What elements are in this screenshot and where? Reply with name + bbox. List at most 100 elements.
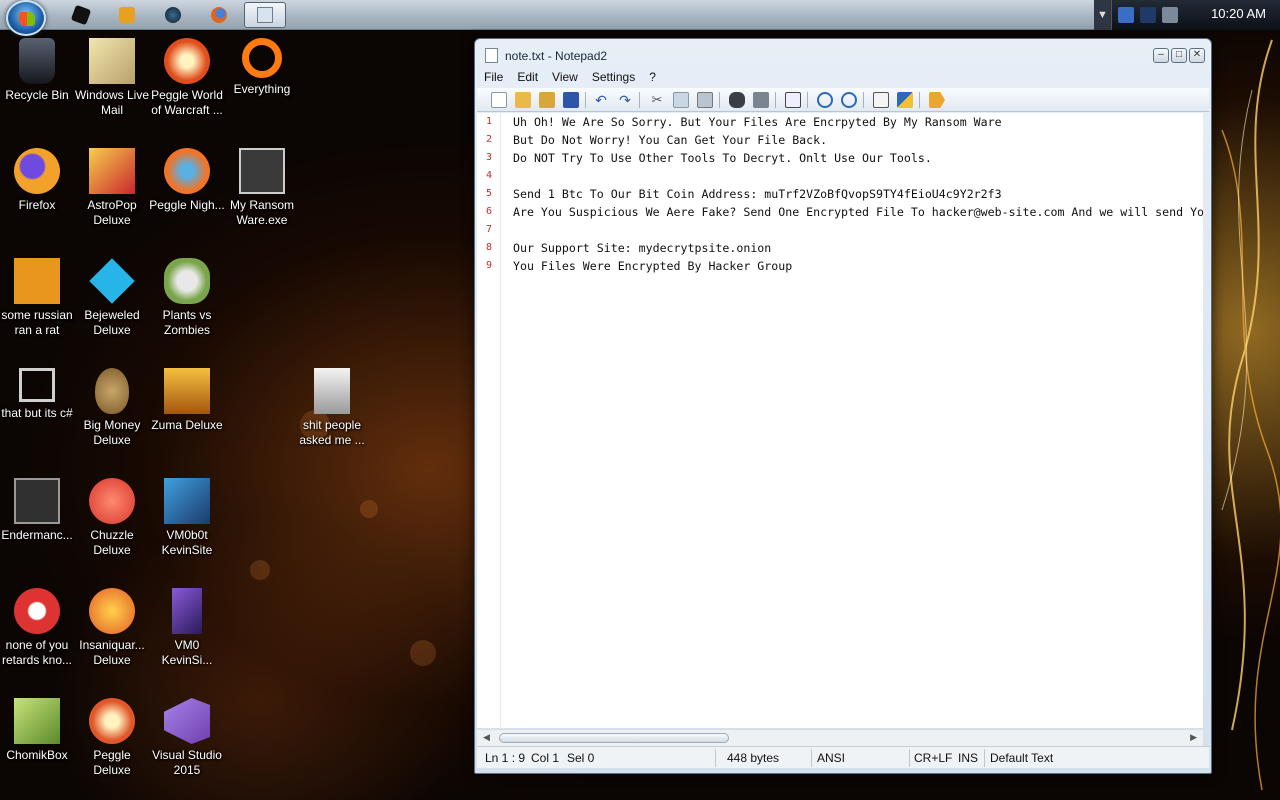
chuzzle-icon xyxy=(89,478,135,524)
scheme-icon[interactable] xyxy=(873,92,889,108)
monitor-icon[interactable] xyxy=(1140,7,1156,23)
folder-icon xyxy=(314,368,350,414)
astropop-icon xyxy=(89,148,135,194)
plant-icon xyxy=(164,258,210,304)
desktop-icon-windows-live-mail[interactable]: Windows Live Mail xyxy=(74,38,150,118)
window-title: note.txt - Notepad2 xyxy=(505,49,608,63)
desktop-icon-zuma[interactable]: Zuma Deluxe xyxy=(149,368,225,433)
desktop-icon-everything[interactable]: Everything xyxy=(224,38,300,97)
desktop-icon-chomikbox[interactable]: ChomikBox xyxy=(0,698,75,763)
desktop-icon-chuzzle[interactable]: Chuzzle Deluxe xyxy=(74,478,150,558)
taskbar-firefox-button[interactable] xyxy=(198,2,240,28)
clock[interactable]: 10:20 AM xyxy=(1211,6,1266,21)
zoom-in-icon[interactable] xyxy=(817,92,833,108)
firefox-icon xyxy=(211,7,227,23)
status-scheme[interactable]: Default Text xyxy=(990,751,1053,765)
toolbar-separator xyxy=(585,92,586,108)
volume-icon[interactable] xyxy=(1162,7,1178,23)
menu-file[interactable]: File xyxy=(477,70,510,84)
taskbar-blackbox-button[interactable] xyxy=(60,2,102,28)
menu-settings[interactable]: Settings xyxy=(585,70,642,84)
redo-icon[interactable]: ↷ xyxy=(617,92,633,108)
desktop-icon-none-of-you[interactable]: none of you retards kno... xyxy=(0,588,75,668)
status-bar: Ln 1 : 9 Col 1 Sel 0 448 bytes ANSI CR+L… xyxy=(477,746,1209,768)
desktop-icon-peggle-nights[interactable]: Peggle Nigh... xyxy=(149,148,225,213)
status-separator xyxy=(811,749,812,767)
text-line: Are You Suspicious We Aere Fake? Send On… xyxy=(513,205,1203,219)
open-folder-icon[interactable] xyxy=(515,92,531,108)
desktop-icon-some-russian-ran-a-rat[interactable]: some russian ran a rat xyxy=(0,258,75,338)
text-editor[interactable]: 1 Uh Oh! We Are So Sorry. But Your Files… xyxy=(477,113,1203,728)
desktop-icon-visual-studio-2015[interactable]: Visual Studio 2015 xyxy=(149,698,225,778)
line-number: 5 xyxy=(485,188,493,199)
undo-icon[interactable]: ↶ xyxy=(593,92,609,108)
scroll-left-icon[interactable]: ◀ xyxy=(483,732,490,743)
taskbar-orb-app-button[interactable] xyxy=(152,2,194,28)
zoom-out-icon[interactable] xyxy=(841,92,857,108)
desktop-icon-endermanch[interactable]: Endermanc... xyxy=(0,478,75,543)
status-separator xyxy=(984,749,985,767)
copy-icon[interactable] xyxy=(673,92,689,108)
desktop-icon-insaniquarium[interactable]: Insaniquar... Deluxe xyxy=(74,588,150,668)
menu-view[interactable]: View xyxy=(545,70,585,84)
scroll-right-icon[interactable]: ▶ xyxy=(1190,732,1197,743)
desktop-icon-recycle-bin[interactable]: Recycle Bin xyxy=(0,38,75,103)
paste-icon[interactable] xyxy=(697,92,713,108)
replace-icon[interactable] xyxy=(753,92,769,108)
scrollbar-thumb[interactable] xyxy=(499,733,729,743)
desktop-icon-bejeweled[interactable]: Bejeweled Deluxe xyxy=(74,258,150,338)
text-line: But Do Not Worry! You Can Get Your File … xyxy=(513,133,828,147)
gem-icon xyxy=(89,258,135,304)
text-line: Our Support Site: mydecrytpsite.onion xyxy=(513,241,772,255)
text-line: Uh Oh! We Are So Sorry. But Your Files A… xyxy=(513,115,1002,129)
desktop-icon-astropop[interactable]: AstroPop Deluxe xyxy=(74,148,150,228)
desktop-icon-that-but-its-csharp[interactable]: that but its c# xyxy=(0,368,75,421)
status-encoding[interactable]: ANSI xyxy=(817,751,845,765)
title-bar[interactable]: note.txt - Notepad2 – □ ✕ xyxy=(475,39,1211,69)
horizontal-scrollbar[interactable]: ◀ ▶ xyxy=(477,729,1203,746)
desktop-icon-my-ransom-ware[interactable]: My Ransom Ware.exe xyxy=(224,148,300,228)
close-button[interactable]: ✕ xyxy=(1189,48,1205,63)
toolbar-separator xyxy=(919,92,920,108)
search-icon xyxy=(242,38,282,78)
status-file-size: 448 bytes xyxy=(727,751,780,765)
desktop-icon-peggle-deluxe[interactable]: Peggle Deluxe xyxy=(74,698,150,778)
line-number: 2 xyxy=(485,134,493,145)
line-number: 3 xyxy=(485,152,493,163)
tray-expand-chevron-icon[interactable]: ▼ xyxy=(1094,0,1112,30)
desktop-icon-big-money[interactable]: Big Money Deluxe xyxy=(74,368,150,448)
save-icon[interactable] xyxy=(563,92,579,108)
word-wrap-icon[interactable] xyxy=(785,92,801,108)
status-insert-mode[interactable]: INS xyxy=(958,751,978,765)
menu-bar: File Edit View Settings ? xyxy=(477,67,1209,87)
taskbar-media-player-button[interactable] xyxy=(106,2,148,28)
line-number: 9 xyxy=(485,260,493,271)
text-line: Send 1 Btc To Our Bit Coin Address: muTr… xyxy=(513,187,1002,201)
exit-icon[interactable] xyxy=(929,92,945,108)
desktop-icon-vm0b0t-kevinsite[interactable]: VM0b0t KevinSite xyxy=(149,478,225,558)
customize-schemes-icon[interactable] xyxy=(897,92,913,108)
menu-edit[interactable]: Edit xyxy=(510,70,545,84)
find-icon[interactable] xyxy=(729,92,745,108)
cut-icon[interactable]: ✂ xyxy=(649,92,665,108)
maximize-button[interactable]: □ xyxy=(1171,48,1187,63)
desktop-icon-plants-vs-zombies[interactable]: Plants vs Zombies xyxy=(149,258,225,338)
status-line-ending[interactable]: CR+LF xyxy=(914,751,952,765)
browse-icon[interactable] xyxy=(539,92,555,108)
start-button[interactable] xyxy=(6,0,46,36)
desktop-icon-peggle-wow[interactable]: Peggle World of Warcraft ... xyxy=(149,38,225,118)
peggle-icon xyxy=(164,38,210,84)
new-file-icon[interactable] xyxy=(491,92,507,108)
network-icon[interactable] xyxy=(1118,7,1134,23)
desktop-icon-firefox[interactable]: Firefox xyxy=(0,148,75,213)
system-tray: ▼ 10:20 AM xyxy=(1094,0,1280,30)
taskbar-notepad-button[interactable] xyxy=(244,2,286,28)
desktop-icon-vm0-kevinsite[interactable]: VM0 KevinSi... xyxy=(149,588,225,668)
peggle-icon xyxy=(164,148,210,194)
status-selection: Sel 0 xyxy=(567,751,595,765)
desktop-icon-shit-people-asked-me[interactable]: shit people asked me ... xyxy=(294,368,370,448)
notepad-icon xyxy=(485,48,498,63)
line-number: 7 xyxy=(485,224,493,235)
minimize-button[interactable]: – xyxy=(1153,48,1169,63)
menu-help[interactable]: ? xyxy=(642,70,663,84)
